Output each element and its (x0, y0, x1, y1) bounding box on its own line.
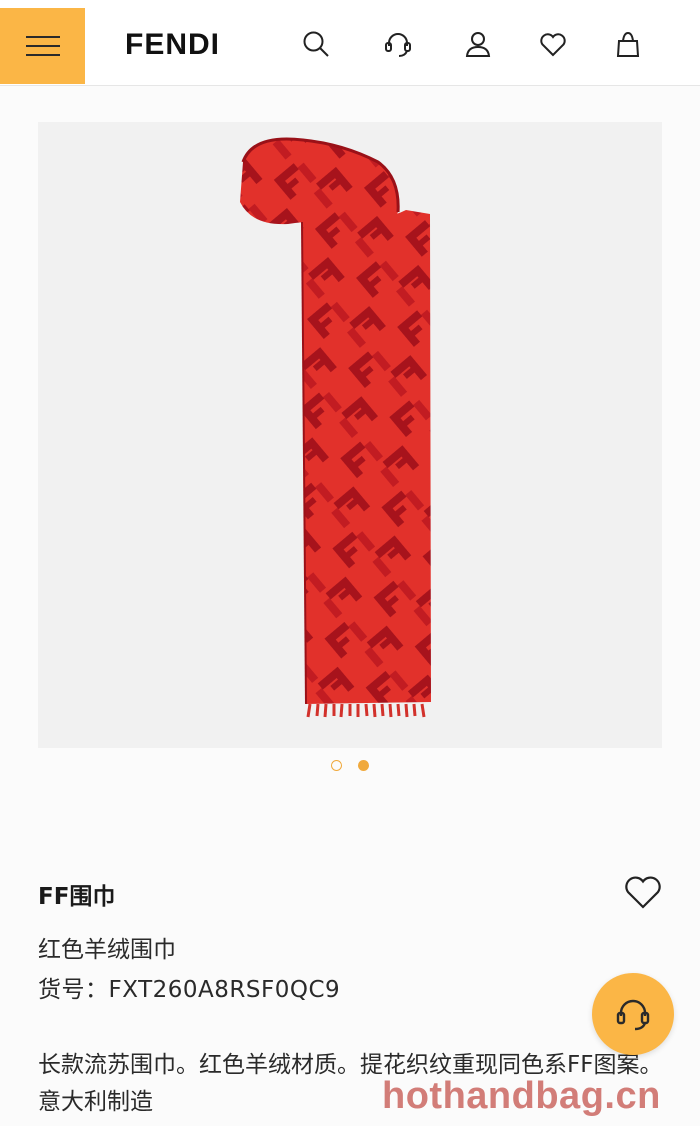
add-to-wishlist-button[interactable] (622, 873, 664, 911)
watermark-text: hothandbag.cn (382, 1075, 661, 1117)
brand-logo[interactable]: FENDI (125, 28, 220, 62)
headset-icon (616, 999, 650, 1031)
menu-button[interactable] (0, 8, 85, 84)
heart-icon (625, 876, 661, 909)
shopping-bag-icon[interactable] (610, 26, 646, 62)
product-subtitle: 红色羊绒围巾 (38, 937, 176, 963)
customer-service-icon[interactable] (380, 26, 416, 62)
carousel-dot-1[interactable] (331, 760, 342, 771)
menu-icon (25, 36, 60, 56)
account-icon[interactable] (460, 26, 496, 62)
wishlist-icon[interactable] (535, 26, 571, 62)
search-icon[interactable] (298, 26, 334, 62)
top-navigation-bar: FENDI (0, 0, 700, 86)
carousel-indicators (0, 760, 700, 772)
product-code: 货号：FXT260A8RSF0QC9 (38, 977, 341, 1003)
product-title: FF围巾 (38, 884, 116, 910)
product-image-carousel[interactable] (38, 122, 662, 748)
carousel-dot-2-active[interactable] (358, 760, 369, 771)
product-image (240, 137, 431, 718)
customer-service-button[interactable] (592, 973, 674, 1055)
